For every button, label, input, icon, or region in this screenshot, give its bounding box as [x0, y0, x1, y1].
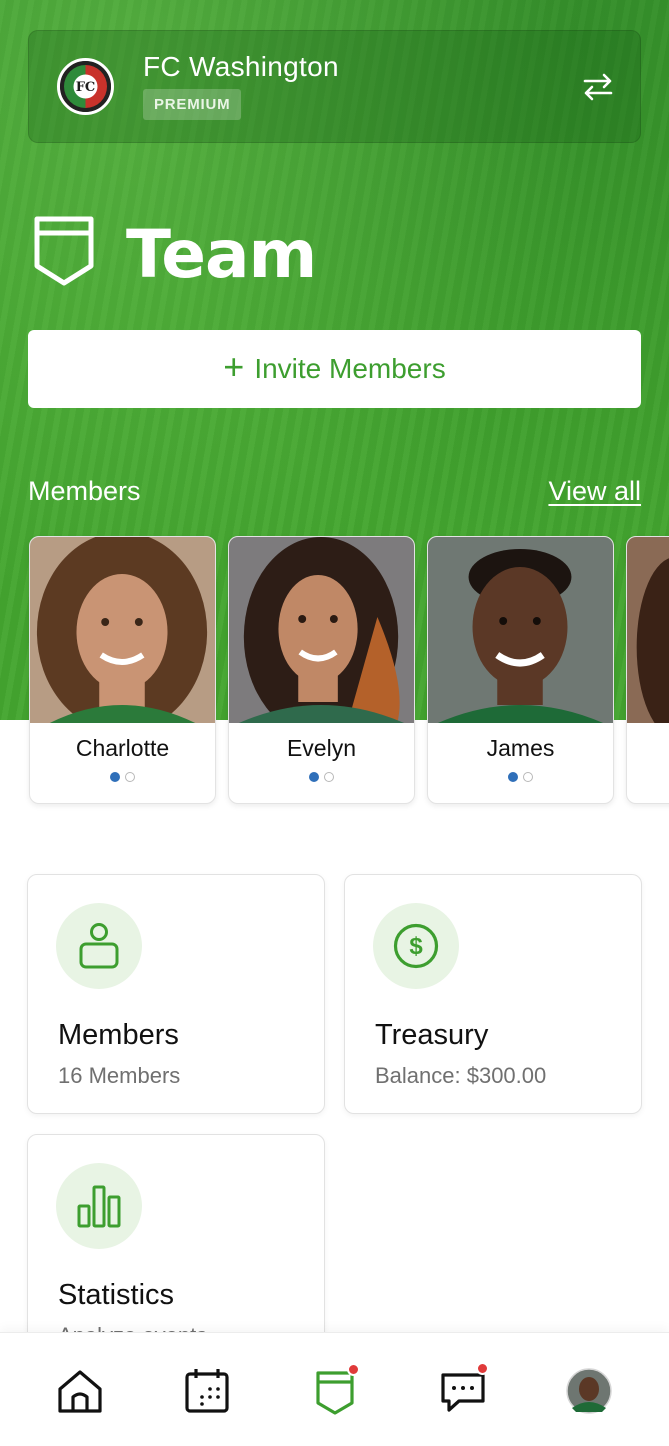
member-card-partial[interactable] — [626, 536, 669, 804]
calendar-icon[interactable] — [183, 1367, 231, 1415]
member-photo — [627, 537, 669, 723]
tile-subtitle: 16 Members — [58, 1063, 181, 1088]
notification-badge — [347, 1363, 360, 1376]
tile-subtitle: Balance: $300.00 — [375, 1063, 547, 1088]
tile-title: Statistics — [58, 1279, 175, 1311]
club-name: FC Washington — [143, 51, 339, 82]
home-icon[interactable] — [56, 1367, 104, 1415]
switch-arrows-icon[interactable] — [582, 71, 614, 103]
premium-badge: PREMIUM — [143, 89, 242, 120]
member-photo — [428, 537, 613, 723]
member-card[interactable]: Evelyn — [228, 536, 415, 804]
member-photo — [229, 537, 414, 723]
team-nav-item[interactable] — [311, 1363, 360, 1415]
member-card[interactable]: Charlotte — [29, 536, 216, 804]
person-icon — [56, 903, 142, 989]
tile-title: Treasury — [375, 1019, 489, 1051]
member-name: Evelyn — [286, 735, 357, 761]
dollar-icon: $ — [373, 903, 459, 989]
plus-icon: + — [223, 346, 245, 387]
page-title: Team — [126, 216, 317, 293]
members-section-heading: Members — [28, 476, 141, 506]
tile-title: Members — [58, 1019, 179, 1051]
view-all-link[interactable]: View all — [548, 476, 641, 507]
status-dots — [30, 772, 215, 782]
profile-avatar[interactable] — [566, 1368, 612, 1414]
treasury-tile[interactable]: $ Treasury Balance: $300.00 — [344, 874, 642, 1114]
members-tile[interactable]: Members 16 Members — [27, 874, 325, 1114]
club-logo-text: FC — [76, 80, 96, 95]
member-name: James — [486, 735, 555, 761]
chat-nav-item[interactable] — [439, 1362, 489, 1415]
bar-chart-icon — [56, 1163, 142, 1249]
notification-badge — [476, 1362, 489, 1375]
member-name: Charlotte — [75, 735, 170, 761]
svg-text:$: $ — [409, 933, 423, 960]
status-dots — [428, 772, 613, 782]
invite-members-label: Invite Members — [254, 353, 446, 384]
team-shield-icon — [34, 216, 94, 286]
bottom-navigation — [0, 1332, 669, 1446]
invite-members-button[interactable]: + Invite Members — [28, 330, 641, 408]
club-logo: FC — [57, 58, 114, 115]
club-switcher-card[interactable]: FC FC Washington PREMIUM — [28, 30, 641, 143]
member-photo — [30, 537, 215, 723]
member-card[interactable]: James — [427, 536, 614, 804]
status-dots — [229, 772, 414, 782]
